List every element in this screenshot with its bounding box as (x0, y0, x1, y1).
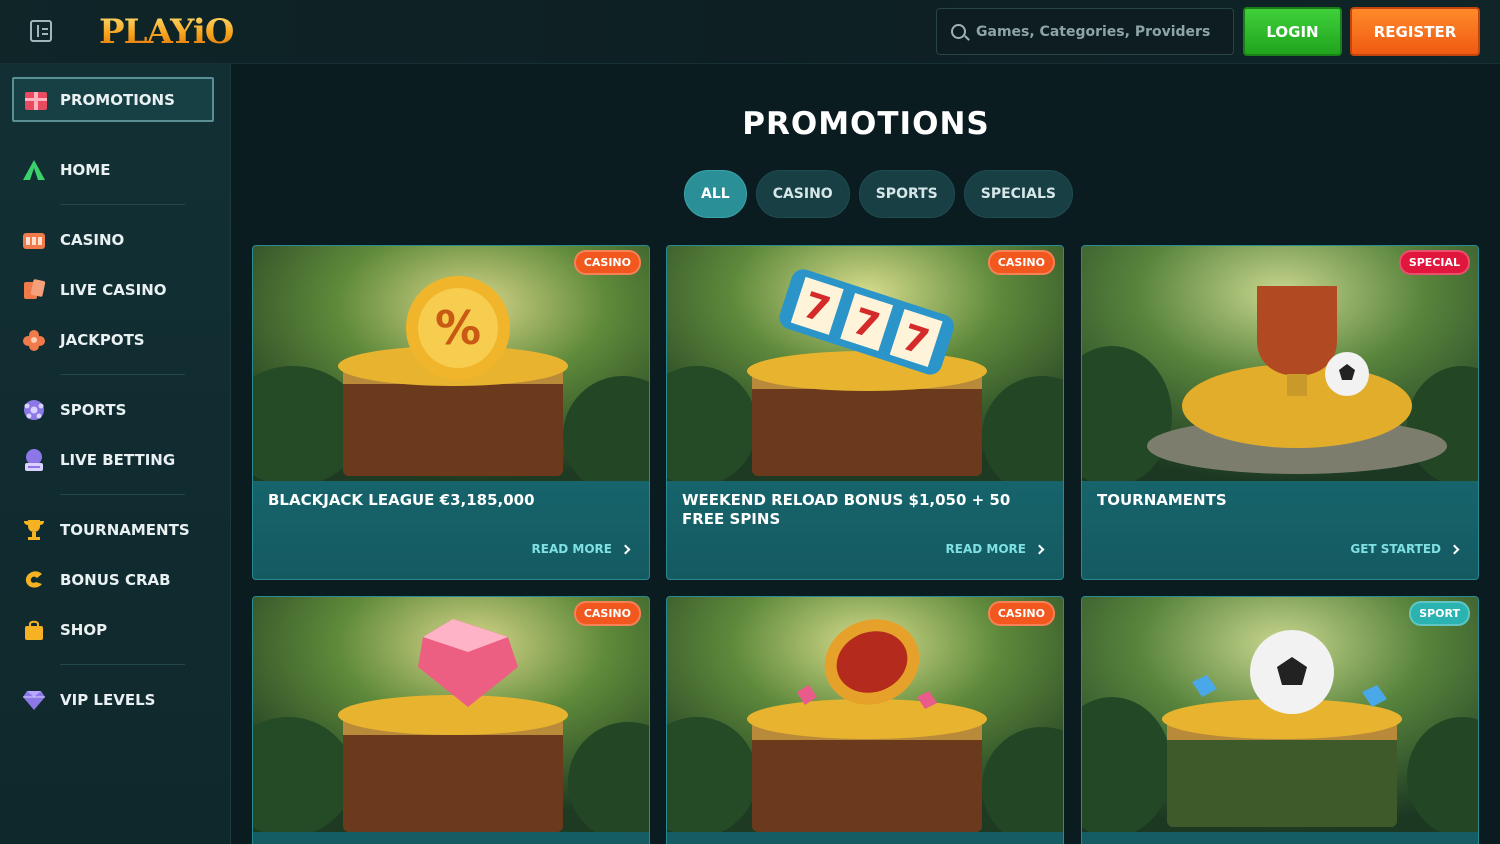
sidebar-item-shop[interactable]: SHOP (22, 614, 217, 646)
sidebar-item-home[interactable]: HOME (22, 154, 217, 186)
divider (60, 664, 185, 665)
filter-tab-casino[interactable]: CASINO (755, 170, 850, 218)
promo-image-chest-777: 7 7 7 CASINO (667, 246, 1063, 481)
promo-image-trophy: SPECIAL (1082, 246, 1478, 481)
sidebar-item-label: JACKPOTS (60, 331, 145, 349)
promo-card-tournaments[interactable]: SPECIAL TOURNAMENTS GET STARTED (1081, 245, 1479, 580)
live-casino-icon (22, 278, 46, 302)
sidebar-item-label: HOME (60, 161, 111, 179)
main-content: PROMOTIONS ALL CASINO SPORTS SPECIALS % … (232, 64, 1500, 844)
sports-icon (22, 398, 46, 422)
playio-logo[interactable]: PLAYiO (99, 12, 234, 52)
sidebar-item-label: PROMOTIONS (60, 90, 175, 109)
promo-image-chest-coin: CASINO (667, 597, 1063, 832)
home-icon (22, 158, 46, 182)
divider (60, 374, 185, 375)
filter-tab-sports[interactable]: SPORTS (858, 170, 955, 218)
search-input[interactable] (976, 23, 1226, 40)
sidebar-item-label: LIVE CASINO (60, 281, 167, 299)
page-title: PROMOTIONS (742, 106, 990, 142)
sidebar: PROMOTIONS HOME CASINO LIVE CASINO JACKP… (0, 64, 231, 844)
sidebar-item-live-casino[interactable]: LIVE CASINO (22, 274, 217, 306)
jackpots-icon (22, 328, 46, 352)
category-badge: SPORT (1409, 601, 1470, 626)
register-button[interactable]: REGISTER (1350, 7, 1480, 56)
bonus-crab-icon (22, 568, 46, 592)
promo-card-title: BLACKJACK LEAGUE €3,185,000 (268, 491, 535, 509)
promo-card-blackjack-league[interactable]: % CASINO BLACKJACK LEAGUE €3,185,000 REA… (252, 245, 650, 580)
sidebar-item-label: BONUS CRAB (60, 571, 171, 589)
promo-filter-tabs: ALL CASINO SPORTS SPECIALS (684, 170, 1073, 218)
live-betting-icon (22, 448, 46, 472)
sidebar-item-label: TOURNAMENTS (60, 521, 190, 539)
sidebar-item-label: SPORTS (60, 401, 127, 419)
sidebar-item-promotions[interactable]: PROMOTIONS (12, 77, 214, 122)
sidebar-item-casino[interactable]: CASINO (22, 224, 217, 256)
sidebar-item-label: CASINO (60, 231, 125, 249)
svg-text:%: % (435, 301, 481, 355)
sidebar-item-label: LIVE BETTING (60, 451, 176, 469)
sidebar-toggle-icon[interactable] (30, 20, 52, 42)
category-badge: CASINO (573, 250, 641, 275)
category-badge: CASINO (573, 601, 641, 626)
category-badge: CASINO (987, 601, 1055, 626)
sidebar-item-sports[interactable]: SPORTS (22, 394, 217, 426)
promo-image-chest-football: SPORT (1082, 597, 1478, 832)
sidebar-item-vip-levels[interactable]: VIP LEVELS (22, 684, 217, 716)
chevron-right-icon (620, 544, 631, 554)
filter-tab-specials[interactable]: SPECIALS (963, 170, 1073, 218)
sidebar-item-live-betting[interactable]: LIVE BETTING (22, 444, 217, 476)
sidebar-item-jackpots[interactable]: JACKPOTS (22, 324, 217, 356)
promo-card-coin-chest[interactable]: CASINO (666, 596, 1064, 844)
promo-card-title: WEEKEND RELOAD BONUS $1,050 + 50 FREE SP… (682, 491, 1011, 528)
filter-tab-all[interactable]: ALL (684, 170, 747, 218)
login-button[interactable]: LOGIN (1243, 7, 1342, 56)
search-box[interactable] (936, 8, 1234, 55)
chevron-right-icon (1034, 544, 1045, 554)
cta-label: GET STARTED (1350, 542, 1441, 556)
cta-label: READ MORE (945, 542, 1026, 556)
sidebar-item-tournaments[interactable]: TOURNAMENTS (22, 514, 217, 546)
promo-image-chest-percent: % CASINO (253, 246, 649, 481)
category-badge: CASINO (987, 250, 1055, 275)
trophy-icon (22, 518, 46, 542)
sidebar-item-bonus-crab[interactable]: BONUS CRAB (22, 564, 217, 596)
promotions-icon (24, 88, 48, 112)
promo-card-title: TOURNAMENTS (1097, 491, 1227, 509)
cta-label: READ MORE (531, 542, 612, 556)
top-header: PLAYiO LOGIN REGISTER (0, 0, 1500, 64)
casino-icon (22, 228, 46, 252)
promo-card-weekend-reload[interactable]: 7 7 7 CASINO WEEKEND RELOAD BONUS $1,050… (666, 245, 1064, 580)
read-more-link[interactable]: READ MORE (531, 542, 631, 556)
promo-card-gem-chest[interactable]: CASINO (252, 596, 650, 844)
sidebar-item-label: VIP LEVELS (60, 691, 156, 709)
divider (60, 204, 185, 205)
category-badge: SPECIAL (1398, 250, 1470, 275)
read-more-link[interactable]: READ MORE (945, 542, 1045, 556)
diamond-icon (22, 688, 46, 712)
promo-image-chest-gem: CASINO (253, 597, 649, 832)
sidebar-item-label: SHOP (60, 621, 108, 639)
search-icon (951, 24, 966, 39)
divider (60, 494, 185, 495)
chevron-right-icon (1449, 544, 1460, 554)
shop-bag-icon (22, 618, 46, 642)
get-started-link[interactable]: GET STARTED (1350, 542, 1460, 556)
promo-card-sport-chest[interactable]: SPORT (1081, 596, 1479, 844)
